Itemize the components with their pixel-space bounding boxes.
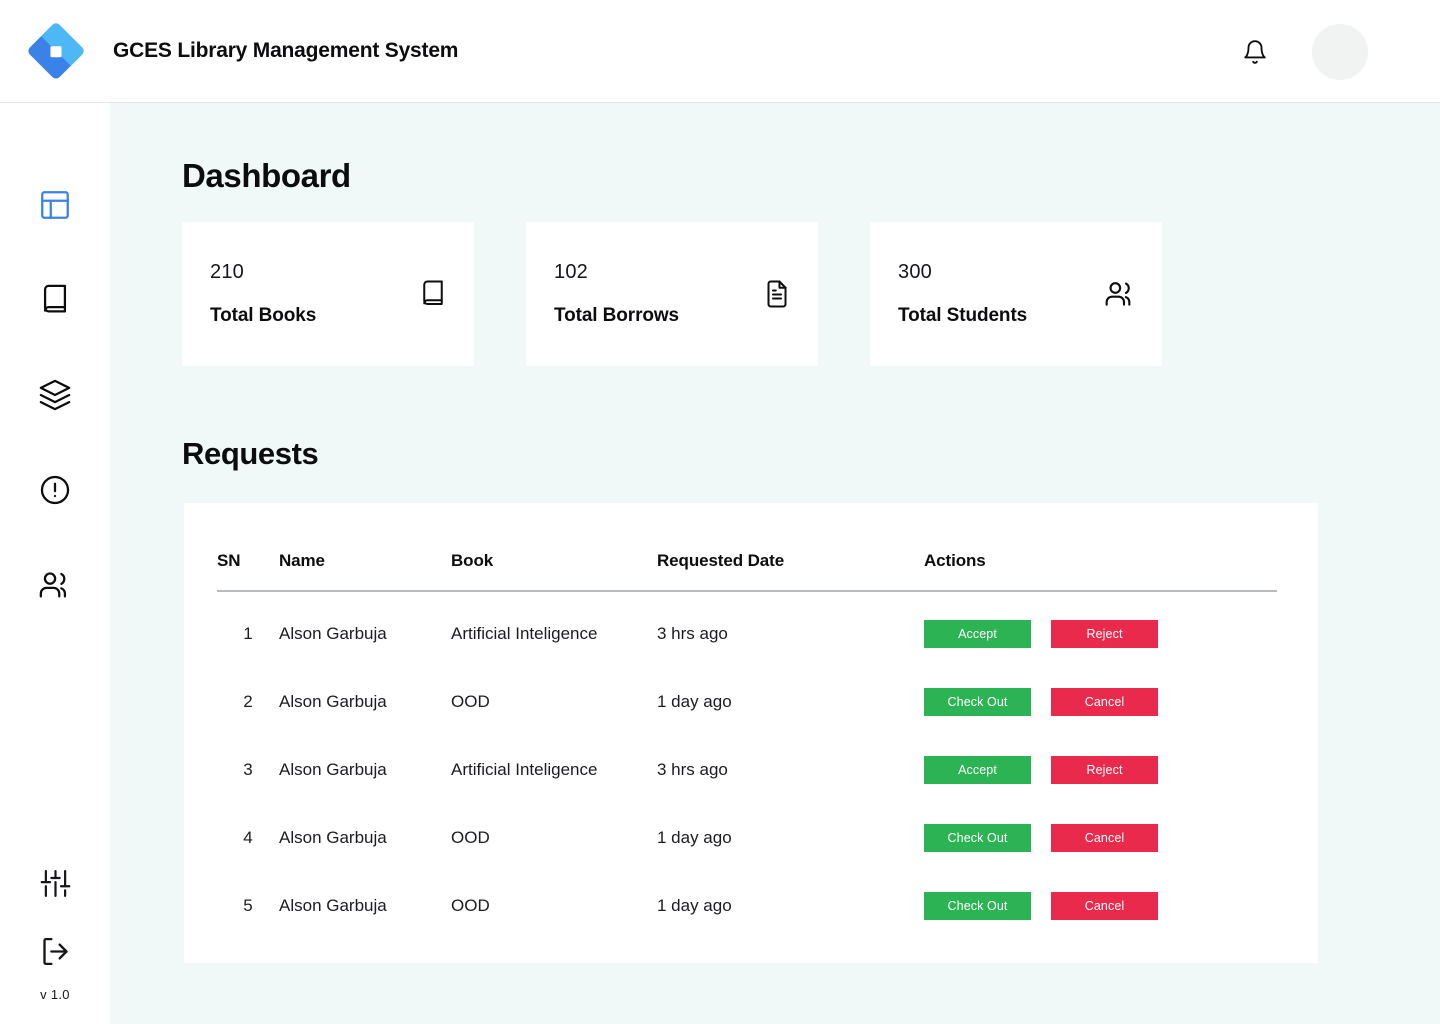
column-header-requested-date: Requested Date	[657, 551, 924, 591]
sidebar-item-issues[interactable]	[0, 442, 110, 537]
cell-requested-date: 3 hrs ago	[657, 728, 924, 796]
cell-actions: Check Out Cancel	[924, 796, 1277, 864]
cancel-button[interactable]: Cancel	[1051, 688, 1158, 716]
document-icon	[762, 279, 792, 309]
stat-card-total-borrows: 102 Total Borrows	[526, 222, 818, 366]
cell-actions: Accept Reject	[924, 728, 1277, 796]
column-header-name: Name	[279, 551, 451, 591]
cell-book: OOD	[451, 796, 657, 864]
app-root: GCES Library Management System	[0, 0, 1440, 1024]
book-icon	[38, 283, 72, 317]
stat-value: 210	[210, 261, 446, 284]
cell-book: OOD	[451, 864, 657, 932]
table-row: 1 Alson Garbuja Artificial Inteligence 3…	[217, 591, 1277, 660]
table-row: 5 Alson Garbuja OOD 1 day ago Check Out …	[217, 864, 1277, 932]
cell-actions: Accept Reject	[924, 591, 1277, 660]
cell-name: Alson Garbuja	[279, 728, 451, 796]
requests-table-card: SN Name Book Requested Date Actions 1 Al…	[184, 503, 1318, 963]
table-header-row: SN Name Book Requested Date Actions	[217, 551, 1277, 591]
column-header-sn: SN	[217, 551, 279, 591]
bell-icon	[1242, 38, 1268, 66]
check-out-button[interactable]: Check Out	[924, 824, 1031, 852]
cell-sn: 4	[217, 796, 279, 864]
sidebar-item-logout[interactable]	[0, 917, 110, 985]
cancel-button[interactable]: Cancel	[1051, 892, 1158, 920]
cell-actions: Check Out Cancel	[924, 864, 1277, 932]
brand: GCES Library Management System	[28, 23, 458, 79]
sidebar: v 1.0	[0, 103, 110, 1024]
app-header: GCES Library Management System	[0, 0, 1440, 103]
cell-actions: Check Out Cancel	[924, 660, 1277, 728]
diamond-logo-icon	[28, 23, 84, 79]
layers-icon	[38, 378, 72, 412]
cell-requested-date: 1 day ago	[657, 660, 924, 728]
cell-name: Alson Garbuja	[279, 591, 451, 660]
stat-icon-wrap	[1104, 278, 1136, 310]
reject-button[interactable]: Reject	[1051, 620, 1158, 648]
cell-book: Artificial Inteligence	[451, 728, 657, 796]
sidebar-item-books[interactable]	[0, 252, 110, 347]
cell-book: Artificial Inteligence	[451, 591, 657, 660]
stat-label: Total Books	[210, 305, 446, 327]
column-header-book: Book	[451, 551, 657, 591]
sidebar-item-dashboard[interactable]	[0, 157, 110, 252]
table-body: 1 Alson Garbuja Artificial Inteligence 3…	[217, 591, 1277, 932]
stat-value: 300	[898, 261, 1134, 284]
accept-button[interactable]: Accept	[924, 756, 1031, 784]
cell-sn: 1	[217, 591, 279, 660]
logout-icon	[39, 935, 72, 968]
header-actions	[1238, 0, 1440, 103]
sidebar-item-settings[interactable]	[0, 849, 110, 917]
users-icon	[1104, 278, 1136, 310]
table-row: 3 Alson Garbuja Artificial Inteligence 3…	[217, 728, 1277, 796]
reject-button[interactable]: Reject	[1051, 756, 1158, 784]
column-header-actions: Actions	[924, 551, 1277, 591]
stat-value: 102	[554, 261, 790, 284]
main-content: Dashboard 210 Total Books 102 Total Borr…	[110, 103, 1440, 1024]
table-row: 4 Alson Garbuja OOD 1 day ago Check Out …	[217, 796, 1277, 864]
stat-icon-wrap	[762, 279, 792, 309]
cell-requested-date: 3 hrs ago	[657, 591, 924, 660]
cell-sn: 5	[217, 864, 279, 932]
stat-card-total-books: 210 Total Books	[182, 222, 474, 366]
page-title: Dashboard	[182, 157, 1440, 195]
check-out-button[interactable]: Check Out	[924, 892, 1031, 920]
cell-requested-date: 1 day ago	[657, 796, 924, 864]
table-header: SN Name Book Requested Date Actions	[217, 551, 1277, 591]
cell-sn: 2	[217, 660, 279, 728]
alert-circle-icon	[38, 473, 72, 507]
cell-sn: 3	[217, 728, 279, 796]
stat-label: Total Borrows	[554, 305, 790, 327]
sidebar-item-students[interactable]	[0, 537, 110, 632]
accept-button[interactable]: Accept	[924, 620, 1031, 648]
layout-dashboard-icon	[38, 188, 72, 222]
cell-book: OOD	[451, 660, 657, 728]
stat-card-group: 210 Total Books 102 Total Borrows	[182, 222, 1440, 366]
sliders-settings-icon	[39, 867, 72, 900]
user-avatar[interactable]	[1312, 24, 1368, 80]
requests-section-title: Requests	[182, 436, 1440, 472]
app-title: GCES Library Management System	[113, 39, 458, 63]
cancel-button[interactable]: Cancel	[1051, 824, 1158, 852]
stat-label: Total Students	[898, 305, 1134, 327]
requests-table: SN Name Book Requested Date Actions 1 Al…	[217, 551, 1277, 932]
cell-name: Alson Garbuja	[279, 796, 451, 864]
notification-button[interactable]	[1238, 35, 1272, 69]
app-version: v 1.0	[40, 987, 70, 1002]
check-out-button[interactable]: Check Out	[924, 688, 1031, 716]
stat-card-total-students: 300 Total Students	[870, 222, 1162, 366]
sidebar-bottom-nav: v 1.0	[0, 849, 110, 1024]
sidebar-item-categories[interactable]	[0, 347, 110, 442]
cell-name: Alson Garbuja	[279, 660, 451, 728]
users-icon	[38, 568, 72, 602]
cell-requested-date: 1 day ago	[657, 864, 924, 932]
sidebar-nav	[0, 157, 110, 632]
table-row: 2 Alson Garbuja OOD 1 day ago Check Out …	[217, 660, 1277, 728]
book-icon	[418, 279, 448, 309]
stat-icon-wrap	[418, 279, 448, 309]
cell-name: Alson Garbuja	[279, 864, 451, 932]
